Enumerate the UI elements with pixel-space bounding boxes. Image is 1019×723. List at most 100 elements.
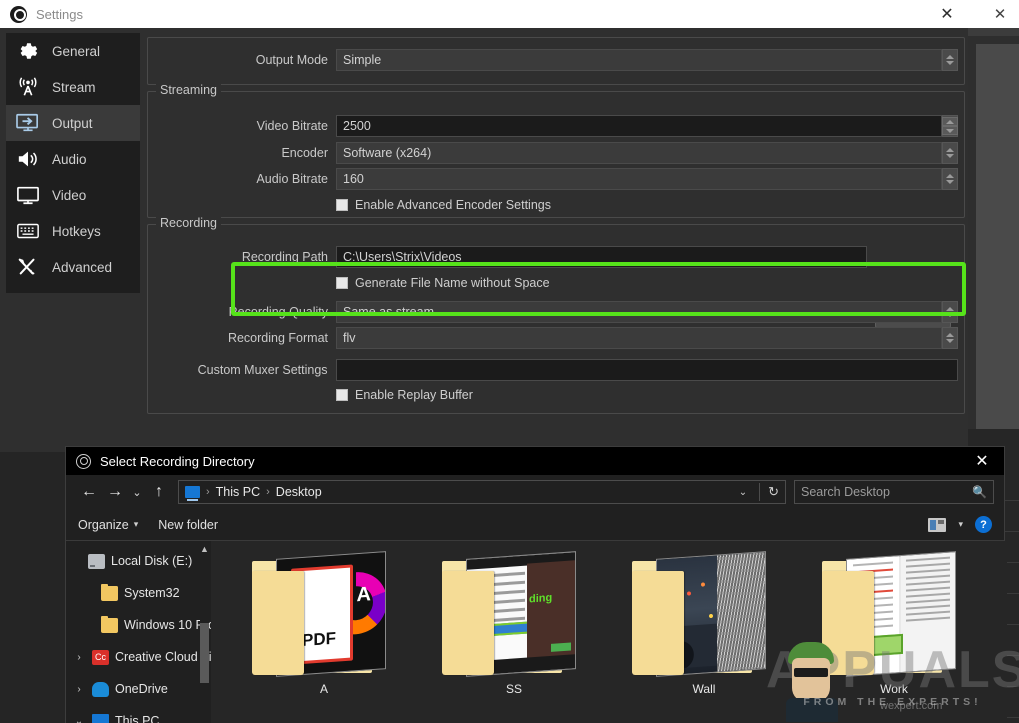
encoder-label: Encoder — [281, 146, 328, 160]
settings-window-title: Settings — [36, 6, 83, 22]
tree-item-label: This PC — [115, 714, 160, 723]
list-item[interactable]: Work — [799, 551, 989, 712]
replay-buffer-checkbox[interactable] — [336, 389, 348, 401]
forward-icon[interactable]: → — [102, 479, 128, 505]
search-input[interactable]: Search Desktop — [801, 485, 890, 499]
recording-format-label: Recording Format — [227, 331, 328, 345]
monitor-icon — [14, 182, 42, 208]
search-icon[interactable]: 🔍 — [972, 485, 987, 499]
scroll-up-icon[interactable]: ▲ — [200, 543, 209, 555]
tree-item-local-disk-e[interactable]: Local Disk (E:) — [66, 545, 211, 577]
audio-bitrate-select[interactable]: 160 — [336, 168, 942, 190]
list-item[interactable]: Wall — [609, 551, 799, 712]
list-item[interactable]: A PDF A — [229, 551, 419, 712]
broadcast-tower-icon — [14, 74, 42, 100]
breadcrumb-desktop[interactable]: Desktop — [276, 485, 322, 499]
tree-item-label: System32 — [124, 586, 180, 600]
audio-bitrate-dropdown-arrow[interactable] — [942, 168, 958, 190]
scrollbar-thumb[interactable] — [200, 623, 209, 683]
explorer-navigation-bar: ← → ⌄ ↑ › This PC › Desktop ⌄ ↻ Search D… — [66, 475, 1004, 509]
creative-cloud-icon: Cc — [92, 649, 109, 665]
list-item[interactable]: ding SS — [419, 551, 609, 712]
address-dropdown-icon[interactable]: ⌄ — [739, 487, 747, 498]
list-item-label: Work — [880, 682, 908, 696]
drive-icon — [88, 553, 105, 569]
output-mode-select[interactable]: Simple — [336, 49, 942, 71]
sidebar-item-stream[interactable]: Stream — [6, 69, 140, 105]
generate-no-space-checkbox[interactable] — [336, 277, 348, 289]
video-bitrate-input[interactable]: 2500 — [336, 115, 942, 137]
settings-titlebar: Settings — [0, 0, 968, 28]
obs-logo-icon — [10, 5, 27, 23]
tree-item-label: Windows 10 Pro — [124, 618, 211, 632]
recording-quality-dropdown-arrow[interactable] — [942, 301, 958, 323]
monitor-arrow-icon — [14, 110, 42, 136]
explorer-toolbar: Organize ▾ New folder ▾ ? — [66, 509, 1004, 541]
organize-button[interactable]: Organize ▾ — [78, 518, 138, 532]
folder-front — [822, 571, 874, 675]
sidebar-item-general[interactable]: General — [6, 33, 140, 69]
tree-scrollbar[interactable]: ▲ — [200, 543, 209, 722]
output-mode-dropdown-arrow[interactable] — [942, 49, 958, 71]
new-folder-button[interactable]: New folder — [158, 518, 218, 532]
recording-quality-select[interactable]: Same as stream — [336, 301, 942, 323]
chevron-down-icon: ▾ — [133, 519, 139, 529]
search-box[interactable]: Search Desktop 🔍 — [794, 480, 994, 504]
generate-no-space-checkbox-row[interactable]: Generate File Name without Space — [336, 276, 550, 290]
explorer-titlebar: Select Recording Directory ✕ — [66, 447, 1004, 475]
folder-thumbnail — [624, 551, 784, 678]
custom-muxer-input[interactable] — [335, 359, 958, 381]
encoder-select[interactable]: Software (x264) — [336, 142, 942, 164]
list-item-label: A — [319, 682, 328, 696]
tree-item-this-pc[interactable]: ⌄ This PC — [66, 705, 211, 723]
advanced-encoder-label: Enable Advanced Encoder Settings — [355, 198, 551, 212]
advanced-encoder-checkbox-row[interactable]: Enable Advanced Encoder Settings — [336, 198, 551, 212]
sidebar-item-label: Audio — [52, 151, 87, 167]
view-dropdown-icon[interactable]: ▾ — [958, 519, 963, 530]
audio-bitrate-label: Audio Bitrate — [256, 172, 328, 186]
advanced-encoder-checkbox[interactable] — [336, 199, 348, 211]
settings-content: Output Mode Simple Streaming Video Bitra… — [147, 33, 967, 443]
obs-logo-icon — [76, 453, 91, 469]
sidebar-item-audio[interactable]: Audio — [6, 141, 140, 177]
encoder-dropdown-arrow[interactable] — [942, 142, 958, 164]
address-bar[interactable]: › This PC › Desktop ⌄ ↻ — [178, 480, 786, 504]
tree-item-label: OneDrive — [115, 682, 168, 696]
recording-path-input[interactable]: C:\Users\Strix\Videos — [336, 246, 867, 268]
folder-thumbnail: A PDF — [244, 551, 404, 678]
video-bitrate-stepper[interactable] — [942, 115, 958, 137]
sidebar-item-hotkeys[interactable]: Hotkeys — [6, 213, 140, 249]
tree-item-creative-cloud-files[interactable]: › Cc Creative Cloud Fil — [66, 641, 211, 673]
chevron-right-icon[interactable]: › — [72, 652, 86, 663]
sidebar-item-output[interactable]: Output — [6, 105, 140, 141]
refresh-icon[interactable]: ↻ — [759, 483, 779, 501]
recording-format-dropdown-arrow[interactable] — [942, 327, 958, 349]
tree-item-windows-10-pro[interactable]: Windows 10 Pro — [66, 609, 211, 641]
up-one-level-icon[interactable]: ↑ — [146, 479, 172, 505]
recording-group-label: Recording — [156, 216, 221, 230]
chevron-right-icon[interactable]: › — [72, 684, 86, 695]
tree-item-onedrive[interactable]: › OneDrive — [66, 673, 211, 705]
list-item-label: Wall — [692, 682, 716, 696]
help-icon[interactable]: ? — [975, 516, 992, 533]
settings-close-icon[interactable]: ✕ — [926, 0, 968, 28]
sidebar-item-advanced[interactable]: Advanced — [6, 249, 140, 285]
back-icon[interactable]: ← — [76, 479, 102, 505]
sidebar-item-video[interactable]: Video — [6, 177, 140, 213]
recording-format-select[interactable]: flv — [336, 327, 942, 349]
breadcrumb-this-pc[interactable]: This PC — [216, 485, 260, 499]
sidebar-item-label: Stream — [52, 79, 96, 95]
breadcrumb-separator: › — [206, 486, 210, 498]
recent-locations-icon[interactable]: ⌄ — [128, 479, 146, 505]
tree-item-system32[interactable]: System32 — [66, 577, 211, 609]
change-view-icon[interactable] — [928, 517, 947, 532]
output-mode-group: Output Mode Simple — [147, 37, 965, 85]
select-recording-directory-dialog: Select Recording Directory ✕ ← → ⌄ ↑ › T… — [65, 446, 1007, 723]
replay-buffer-checkbox-row[interactable]: Enable Replay Buffer — [336, 388, 473, 402]
settings-sidebar: General Stream Output Audio Video Hotkey… — [6, 33, 140, 293]
chevron-down-icon[interactable]: ⌄ — [72, 716, 86, 723]
explorer-close-icon[interactable]: ✕ — [960, 447, 1004, 475]
folder-front — [442, 571, 494, 675]
speaker-icon — [14, 146, 42, 172]
background-window-close-icon[interactable]: ✕ — [986, 7, 1014, 22]
